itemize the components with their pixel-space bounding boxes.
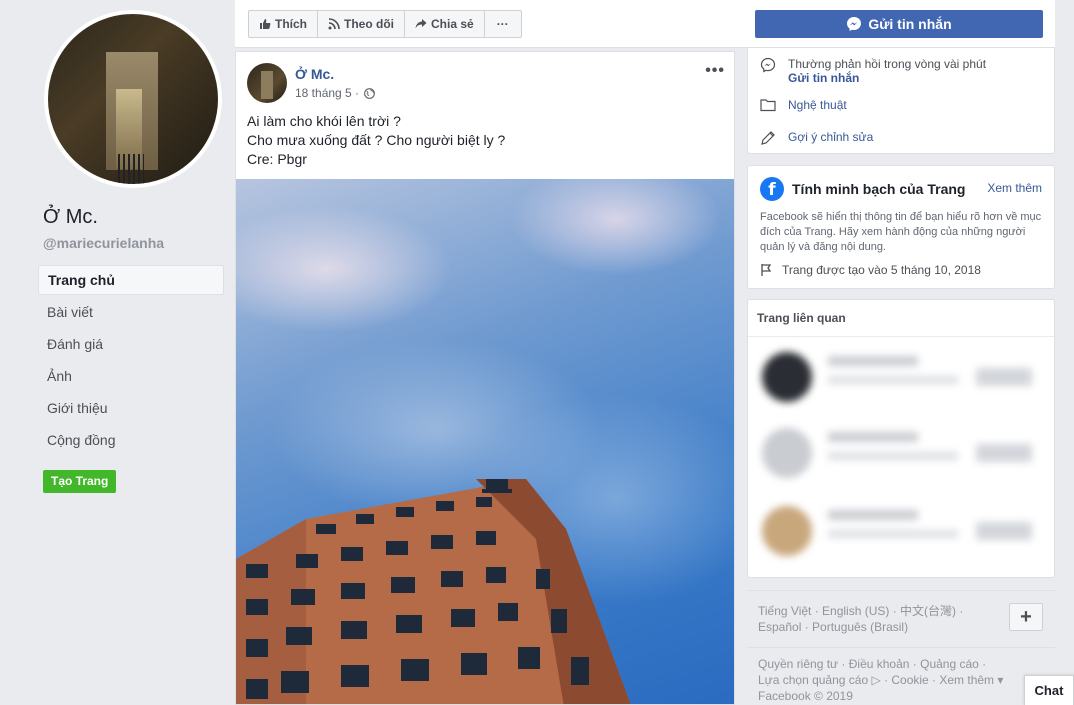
profile-picture[interactable] <box>44 10 222 188</box>
follow-button[interactable]: Theo dõi <box>318 11 405 37</box>
flag-icon <box>761 264 772 276</box>
share-arrow-icon <box>415 19 427 29</box>
page-created-text: Trang được tạo vào 5 tháng 10, 2018 <box>782 263 981 277</box>
create-page-button[interactable]: Tạo Trang <box>43 470 117 493</box>
post-line: Cho mưa xuống đất ? Cho người biệt ly ? <box>247 132 506 148</box>
footer-links-1[interactable]: Quyền riêng tư · Điều khoản · Quảng cáo … <box>758 656 1044 672</box>
transparency-description: Facebook sẽ hiển thị thông tin để bạn hi… <box>760 211 1042 253</box>
nav-item-photos[interactable]: Ảnh <box>38 361 224 393</box>
nav-item-reviews[interactable]: Đánh giá <box>38 329 224 361</box>
post-line: Cre: Pbgr <box>247 151 307 167</box>
page-footer: Quyền riêng tư · Điều khoản · Quảng cáo … <box>747 647 1055 704</box>
category-row: Nghệ thuật <box>760 98 847 112</box>
language-selector: Tiếng Việt · English (US) · 中文(台灣) · Esp… <box>747 590 1055 646</box>
related-page-item[interactable] <box>758 496 1048 566</box>
footer-copyright: Facebook © 2019 <box>758 689 853 703</box>
action-buttons: Thích Theo dõi Chia sẻ ··· <box>248 10 522 38</box>
post-card: Ở Mc. 18 tháng 5 · ••• Ai làm cho khói l… <box>235 51 735 705</box>
post-timestamp[interactable]: 18 tháng 5 · <box>295 86 375 100</box>
share-label: Chia sẻ <box>431 17 474 31</box>
page-action-bar: Thích Theo dõi Chia sẻ ··· Gửi tin nhắn <box>235 0 1055 48</box>
building-illustration <box>236 479 631 704</box>
response-time-row: Thường phản hồi trong vòng vài phút Gửi … <box>760 57 986 85</box>
globe-icon <box>364 87 375 99</box>
related-page-item[interactable] <box>758 342 1048 412</box>
nav-item-about[interactable]: Giới thiệu <box>38 393 224 425</box>
left-sidebar: Ở Mc. @mariecurielanha Trang chủ Bài viế… <box>0 0 234 705</box>
suggest-edit-row: Gợi ý chỉnh sửa <box>760 130 873 146</box>
post-author-avatar[interactable] <box>247 63 287 103</box>
post-line: Ai làm cho khói lên trời ? <box>247 113 401 129</box>
thumbs-up-icon <box>260 19 271 29</box>
language-list[interactable]: Tiếng Việt · English (US) · 中文(台灣) · Esp… <box>758 603 988 635</box>
nav-item-community[interactable]: Cộng đồng <box>38 425 224 457</box>
transparency-title: Tính minh bạch của Trang <box>792 181 966 197</box>
suggest-edit-link[interactable]: Gợi ý chỉnh sửa <box>788 130 873 144</box>
nav-item-home[interactable]: Trang chủ <box>38 265 224 295</box>
share-button[interactable]: Chia sẻ <box>405 11 485 37</box>
folder-icon <box>760 99 776 112</box>
more-actions-button[interactable]: ··· <box>485 11 521 37</box>
follow-label: Theo dõi <box>344 17 394 31</box>
chat-tab[interactable]: Chat <box>1024 675 1074 705</box>
page-transparency-card: f Tính minh bạch của Trang Xem thêm Face… <box>747 165 1055 289</box>
add-language-button[interactable]: + <box>1009 603 1043 631</box>
pencil-icon <box>761 131 775 145</box>
related-pages-card: Trang liên quan <box>747 299 1055 578</box>
page-created-row: Trang được tạo vào 5 tháng 10, 2018 <box>760 263 981 277</box>
post-text: Ai làm cho khói lên trời ? Cho mưa xuống… <box>247 112 505 169</box>
post-author-name[interactable]: Ở Mc. <box>295 66 334 82</box>
page-handle[interactable]: @mariecurielanha <box>43 235 164 251</box>
footer-links-2[interactable]: Lựa chọn quảng cáo ▷ · Cookie · Xem thêm… <box>758 672 1044 688</box>
facebook-logo-icon: f <box>760 177 784 201</box>
page-info-card: Thường phản hồi trong vòng vài phút Gửi … <box>747 48 1055 154</box>
more-dots-icon: ··· <box>496 17 509 31</box>
response-time-text: Thường phản hồi trong vòng vài phút <box>788 57 987 71</box>
nav-item-posts[interactable]: Bài viết <box>38 297 224 329</box>
messenger-icon <box>847 17 862 31</box>
page-nav: Trang chủ Bài viết Đánh giá Ảnh Giới thi… <box>38 265 224 457</box>
post-date[interactable]: 18 tháng 5 · <box>295 86 359 100</box>
send-message-label: Gửi tin nhắn <box>868 16 952 32</box>
category-link[interactable]: Nghệ thuật <box>788 98 847 112</box>
post-photo[interactable] <box>236 179 734 704</box>
like-button[interactable]: Thích <box>249 11 318 37</box>
messenger-outline-icon <box>760 57 776 73</box>
see-more-link[interactable]: Xem thêm <box>987 181 1042 195</box>
send-message-button[interactable]: Gửi tin nhắn <box>755 10 1043 38</box>
post-options-icon[interactable]: ••• <box>705 62 725 80</box>
related-pages-title: Trang liên quan <box>748 300 1054 337</box>
rss-icon <box>328 18 340 30</box>
page-name: Ở Mc. <box>43 206 98 228</box>
like-label: Thích <box>275 17 307 31</box>
related-page-item[interactable] <box>758 418 1048 488</box>
send-message-link[interactable]: Gửi tin nhắn <box>788 71 986 85</box>
